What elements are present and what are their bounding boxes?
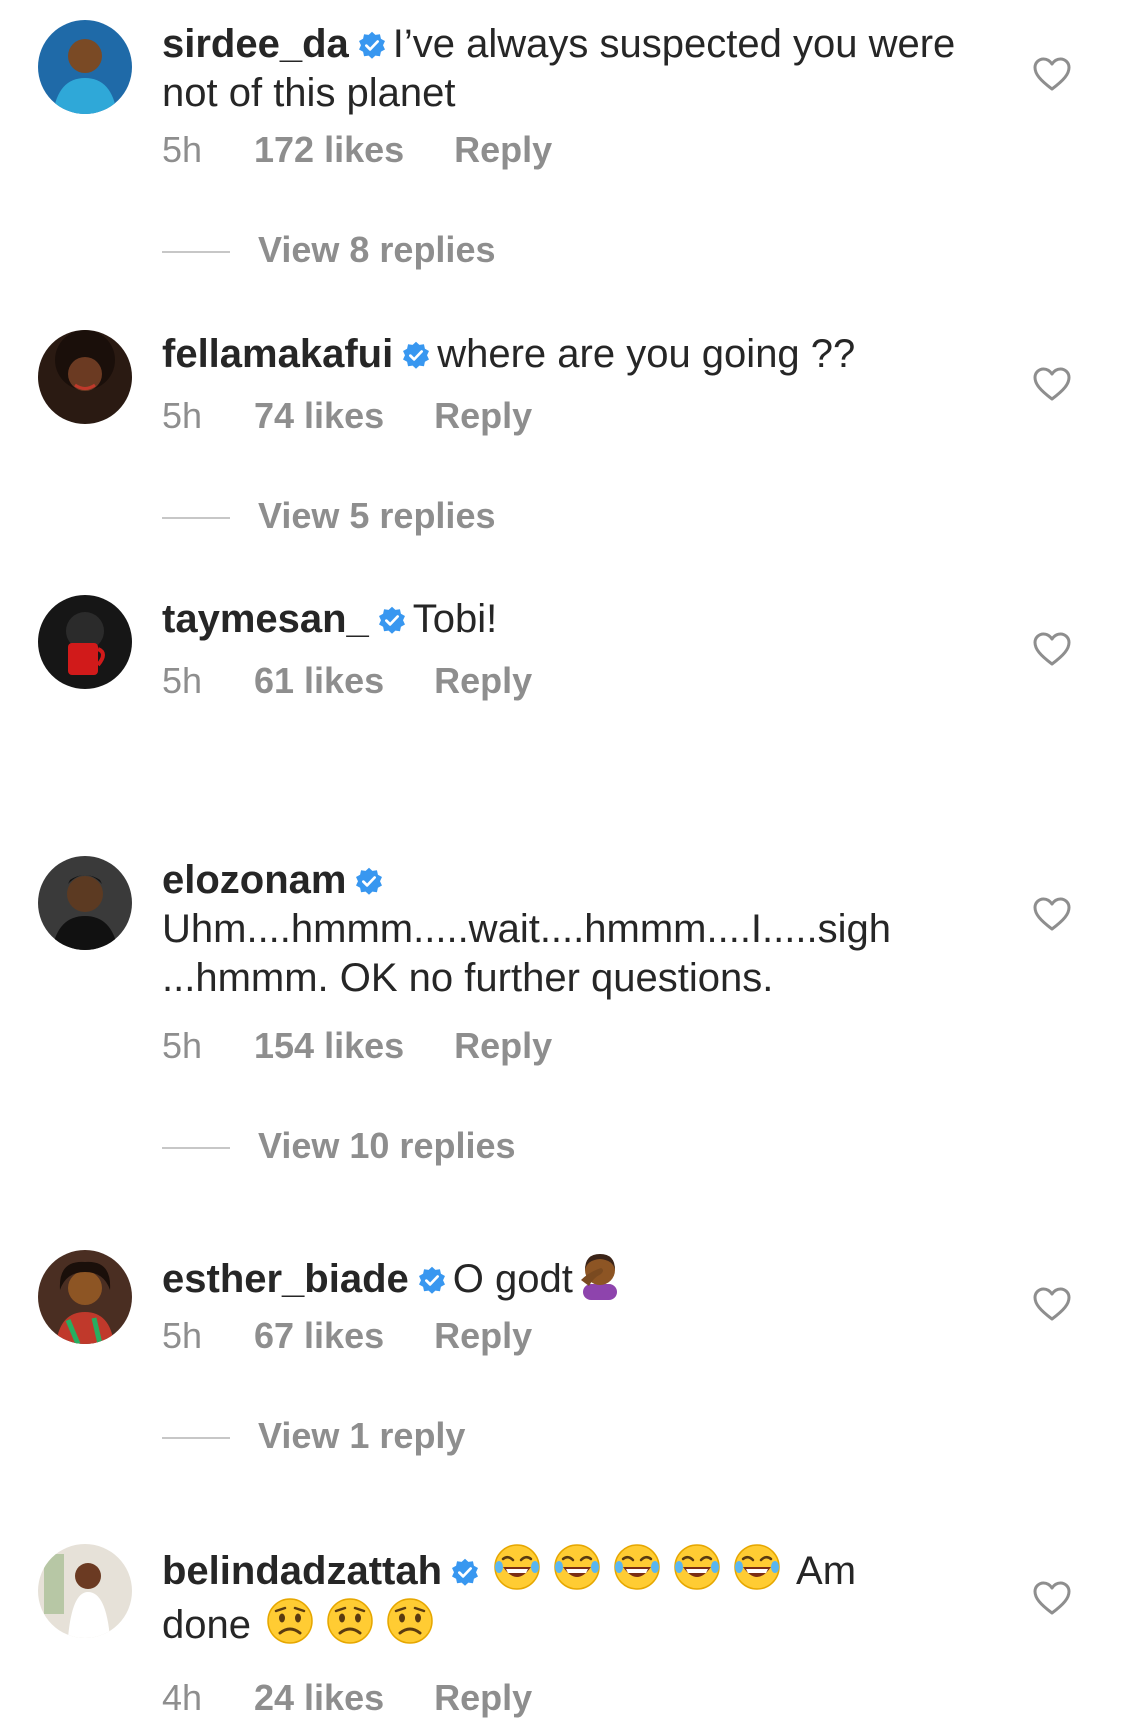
- likes-count[interactable]: 67 likes: [254, 1316, 384, 1356]
- face-with-tears-of-joy-emoji-icon: [492, 1542, 542, 1592]
- comment-meta: 5h 154 likes Reply: [162, 1026, 552, 1066]
- face-with-tears-of-joy-emoji-icon: [552, 1542, 602, 1592]
- avatar[interactable]: [38, 856, 132, 950]
- comment-time: 5h: [162, 660, 203, 701]
- verified-badge-icon: [354, 867, 384, 897]
- verified-badge-icon: [357, 31, 387, 61]
- comment-time: 4h: [162, 1677, 203, 1718]
- divider: [162, 1437, 230, 1440]
- username[interactable]: fellamakafui: [162, 332, 393, 376]
- heart-outline-icon[interactable]: [1032, 366, 1072, 402]
- verified-badge-icon: [401, 341, 431, 371]
- comment-text: Tobi!: [412, 597, 498, 641]
- avatar[interactable]: [38, 595, 132, 689]
- verified-badge-icon: [450, 1558, 480, 1588]
- view-replies-button[interactable]: View 1 reply: [162, 1416, 465, 1456]
- view-replies-button[interactable]: View 5 replies: [162, 496, 495, 536]
- comment-time: 5h: [162, 1315, 203, 1356]
- reply-button[interactable]: Reply: [454, 130, 552, 170]
- username[interactable]: taymesan_: [162, 597, 369, 641]
- comment-text: Uhm....hmmm.....wait....hmmm....I.....si…: [162, 907, 891, 1000]
- comment-meta: 5h 74 likes Reply: [162, 396, 532, 436]
- comment-body: taymesan_ Tobi!: [162, 595, 962, 644]
- reply-button[interactable]: Reply: [434, 1316, 532, 1356]
- reply-button[interactable]: Reply: [454, 1026, 552, 1066]
- reply-button[interactable]: Reply: [434, 1678, 532, 1718]
- comment-text-line2: done: [162, 1603, 251, 1647]
- likes-count[interactable]: 61 likes: [254, 661, 384, 701]
- likes-count[interactable]: 172 likes: [254, 130, 404, 170]
- username[interactable]: belindadzattah: [162, 1549, 442, 1593]
- comment-body: sirdee_da I’ve always suspected you were …: [162, 20, 962, 118]
- heart-outline-icon[interactable]: [1032, 1286, 1072, 1322]
- comment-text: where are you going ??: [437, 332, 856, 376]
- woman-facepalming-emoji-icon: [575, 1250, 625, 1300]
- likes-count[interactable]: 154 likes: [254, 1026, 404, 1066]
- username[interactable]: elozonam: [162, 858, 346, 902]
- username[interactable]: sirdee_da: [162, 22, 349, 66]
- face-with-tears-of-joy-emoji-icon: [612, 1542, 662, 1592]
- reply-button[interactable]: Reply: [434, 661, 532, 701]
- view-replies-button[interactable]: View 8 replies: [162, 230, 495, 270]
- worried-face-emoji-icon: [385, 1596, 435, 1646]
- likes-count[interactable]: 74 likes: [254, 396, 384, 436]
- comment-time: 5h: [162, 1025, 203, 1066]
- view-replies-button[interactable]: View 10 replies: [162, 1126, 516, 1166]
- avatar[interactable]: [38, 1250, 132, 1344]
- face-with-tears-of-joy-emoji-icon: [732, 1542, 782, 1592]
- heart-outline-icon[interactable]: [1032, 896, 1072, 932]
- heart-outline-icon[interactable]: [1032, 56, 1072, 92]
- face-with-tears-of-joy-emoji-icon: [672, 1542, 722, 1592]
- verified-badge-icon: [377, 606, 407, 636]
- comment-meta: 5h 172 likes Reply: [162, 130, 552, 170]
- comment-meta: 5h 61 likes Reply: [162, 661, 532, 701]
- avatar[interactable]: [38, 330, 132, 424]
- view-replies-label: View 10 replies: [258, 1125, 516, 1166]
- comment-text: O godt: [452, 1257, 573, 1301]
- heart-outline-icon[interactable]: [1032, 631, 1072, 667]
- divider: [162, 517, 230, 520]
- verified-badge-icon: [417, 1266, 447, 1296]
- divider: [162, 251, 230, 254]
- comment-time: 5h: [162, 129, 203, 170]
- worried-face-emoji-icon: [265, 1596, 315, 1646]
- view-replies-label: View 8 replies: [258, 229, 496, 270]
- comment-text: Am: [796, 1549, 857, 1593]
- comment-body: elozonam Uhm....hmmm.....wait....hmmm....…: [162, 856, 962, 1003]
- comment-body: belindadzattah Am done: [162, 1542, 962, 1650]
- view-replies-label: View 5 replies: [258, 495, 496, 536]
- avatar[interactable]: [38, 20, 132, 114]
- avatar[interactable]: [38, 1544, 132, 1638]
- comment-body: fellamakafui where are you going ??: [162, 330, 962, 379]
- divider: [162, 1147, 230, 1150]
- likes-count[interactable]: 24 likes: [254, 1678, 384, 1718]
- comment-meta: 4h 24 likes Reply: [162, 1678, 532, 1718]
- view-replies-label: View 1 reply: [258, 1415, 466, 1456]
- comment-time: 5h: [162, 395, 203, 436]
- comment-meta: 5h 67 likes Reply: [162, 1316, 532, 1356]
- heart-outline-icon[interactable]: [1032, 1580, 1072, 1616]
- worried-face-emoji-icon: [325, 1596, 375, 1646]
- comment-body: esther_biade O godt: [162, 1250, 962, 1304]
- username[interactable]: esther_biade: [162, 1257, 409, 1301]
- reply-button[interactable]: Reply: [434, 396, 532, 436]
